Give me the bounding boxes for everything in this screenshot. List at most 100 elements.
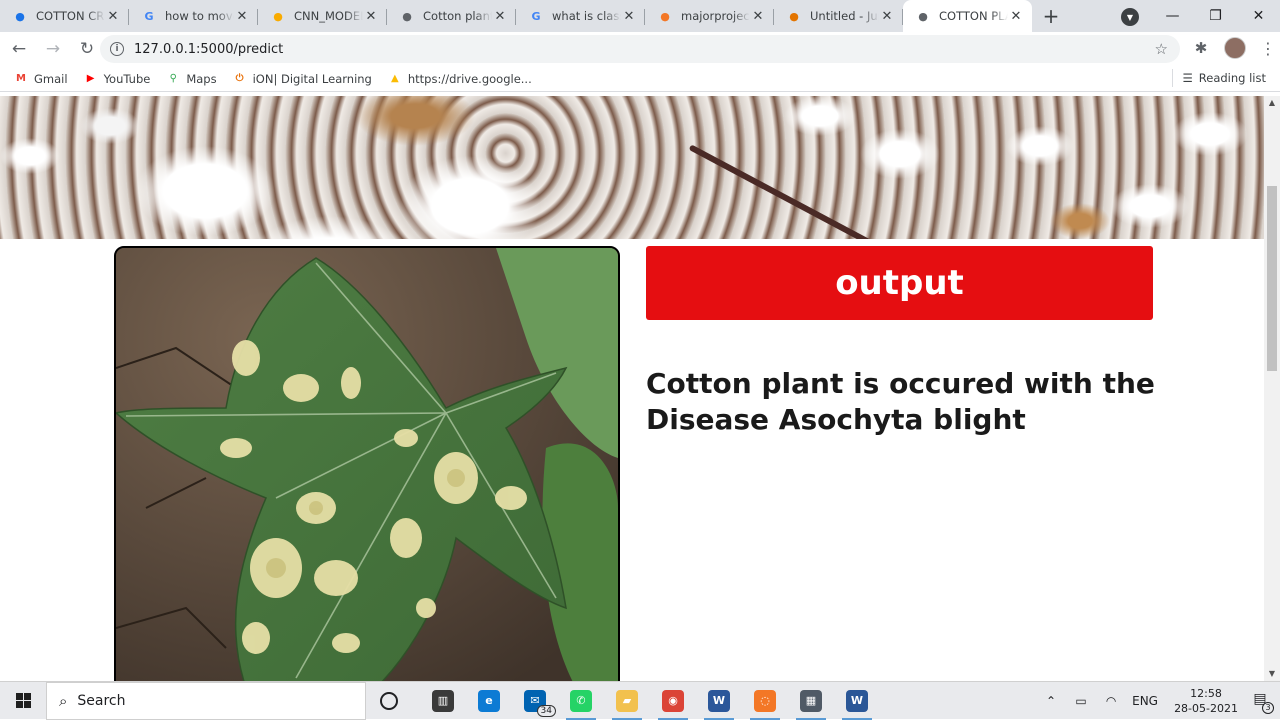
task-view-taskbar-button[interactable]: ▥ xyxy=(420,682,466,720)
close-tab-icon[interactable]: ✕ xyxy=(621,9,637,24)
task-view-icon: ▥ xyxy=(432,689,454,712)
address-text[interactable]: 127.0.0.1:5000/predict xyxy=(134,42,283,57)
word-app-taskbar-button[interactable]: W xyxy=(696,682,742,720)
address-bar[interactable]: i 127.0.0.1:5000/predict ☆ xyxy=(100,35,1180,63)
bookmark-label: iON| Digital Learning xyxy=(252,71,372,86)
chrome-taskbar-button[interactable]: ◉ xyxy=(650,682,696,720)
colab-icon: ● xyxy=(273,9,283,23)
whatsapp-taskbar-button[interactable]: ✆ xyxy=(558,682,604,720)
close-tab-icon[interactable]: ✕ xyxy=(879,9,895,24)
globe-icon: ● xyxy=(402,9,412,23)
cortana-icon[interactable] xyxy=(366,682,412,720)
ion-icon: ⏻ xyxy=(235,73,244,84)
output-button[interactable]: output xyxy=(646,246,1153,320)
reading-list-button[interactable]: ☰ Reading list xyxy=(1172,69,1266,87)
language-indicator[interactable]: ENG xyxy=(1130,694,1160,708)
bookmark-item[interactable]: ▶ YouTube xyxy=(76,72,159,86)
gmail-icon: M xyxy=(16,73,26,84)
bookmark-item[interactable]: M Gmail xyxy=(6,72,76,86)
browser-tab[interactable]: ● Cotton plant ✕ xyxy=(387,0,516,32)
forward-icon[interactable]: → xyxy=(38,34,68,64)
site-info-icon[interactable]: i xyxy=(110,42,124,56)
calculator-icon: ▦ xyxy=(800,689,822,712)
back-icon[interactable]: ← xyxy=(4,34,34,64)
maps-icon: ⚲ xyxy=(169,73,177,84)
prediction-result: Cotton plant is occured with the Disease… xyxy=(646,367,1155,436)
tab-title: majorproject/ xyxy=(681,9,750,23)
jupyter-app-icon: ◌ xyxy=(754,689,776,712)
new-tab-button[interactable]: + xyxy=(1036,0,1066,32)
windows-taskbar: ⌕ Search ▥ e ✉ 34 ✆ ▰ ◉ W ◌ ▦ W ⌃ ▭ ◠ ENG 12:58 28… xyxy=(0,681,1280,720)
notification-count: 3 xyxy=(1262,702,1274,714)
reading-list-label: Reading list xyxy=(1198,71,1266,85)
mail-taskbar-button[interactable]: ✉ 34 xyxy=(512,682,558,720)
browser-tab[interactable]: ● COTTON PLANT✕ xyxy=(903,0,1032,32)
tab-title: how to move xyxy=(165,9,234,23)
tray-overflow-icon[interactable]: ⌃ xyxy=(1040,694,1062,708)
cotton-field-banner xyxy=(0,96,1264,239)
close-tab-icon[interactable]: ✕ xyxy=(234,9,250,24)
battery-icon[interactable]: ▭ xyxy=(1070,694,1092,708)
banner-stem xyxy=(688,144,1027,239)
minimize-icon[interactable]: — xyxy=(1151,8,1194,24)
browser-tab[interactable]: ● CNN_MODEL ✕ xyxy=(258,0,387,32)
restore-icon[interactable]: ❐ xyxy=(1194,8,1237,24)
bookmark-label: YouTube xyxy=(103,71,151,86)
close-tab-icon[interactable]: ✕ xyxy=(750,9,766,24)
globe-icon: ● xyxy=(918,9,928,23)
page-viewport: output Cotton plant is occured with the … xyxy=(0,96,1264,681)
browser-tab[interactable]: Gwhat is classif✕ xyxy=(516,0,645,32)
window-controls: — ❐ ✕ xyxy=(1151,0,1280,32)
tab-title: Cotton plant xyxy=(423,9,492,23)
whatsapp-icon: ✆ xyxy=(570,689,592,712)
system-tray: ⌃ ▭ ◠ ENG 12:58 28-05-2021 ▤ 3 xyxy=(1036,682,1280,720)
google-drive-icon: ▲ xyxy=(391,73,399,84)
ms-word-taskbar-button[interactable]: W xyxy=(834,682,880,720)
calculator-taskbar-button[interactable]: ▦ xyxy=(788,682,834,720)
ms-word-icon: W xyxy=(846,689,868,712)
clock-time: 12:58 xyxy=(1190,687,1222,700)
youtube-icon: ▶ xyxy=(86,73,95,84)
taskbar-search-box[interactable]: ⌕ Search xyxy=(46,681,366,720)
close-tab-icon[interactable]: ✕ xyxy=(1008,9,1024,24)
browser-menu-icon[interactable]: ⋮ xyxy=(1260,39,1276,58)
browser-tab[interactable]: ● Untitled - Jup ✕ xyxy=(774,0,903,32)
notifications-icon[interactable]: ▤ 3 xyxy=(1248,691,1274,714)
edge-taskbar-button[interactable]: e xyxy=(466,682,512,720)
browser-tab[interactable]: Ghow to move ✕ xyxy=(129,0,258,32)
profile-avatar[interactable] xyxy=(1224,37,1246,59)
scroll-thumb[interactable] xyxy=(1267,186,1277,371)
file-explorer-taskbar-button[interactable]: ▰ xyxy=(604,682,650,720)
bookmark-item[interactable]: ▲ https://drive.google... xyxy=(380,72,540,86)
start-button[interactable] xyxy=(0,682,46,720)
browser-tab[interactable]: ● majorproject/✕ xyxy=(645,0,774,32)
browser-tab[interactable]: ● COTTON CROP✕ xyxy=(0,0,129,32)
reload-icon[interactable]: ↻ xyxy=(72,34,102,64)
google-drive-icon: ● xyxy=(15,9,25,23)
close-tab-icon[interactable]: ✕ xyxy=(492,9,508,24)
search-icon: ⌕ xyxy=(59,691,68,710)
bookmark-label: Maps xyxy=(186,71,217,86)
extensions-icon[interactable]: ✱ xyxy=(1192,39,1210,57)
close-window-icon[interactable]: ✕ xyxy=(1237,8,1280,24)
bookmark-item[interactable]: ⚲ Maps xyxy=(158,72,224,86)
word-app-icon: W xyxy=(708,689,730,712)
bookmark-item[interactable]: ⏻ iON| Digital Learning xyxy=(225,72,380,86)
jupyter-icon: ● xyxy=(660,9,670,23)
google-icon: G xyxy=(531,9,541,23)
tab-search-icon[interactable]: ▼ xyxy=(1121,8,1139,26)
jupyter-app-taskbar-button[interactable]: ◌ xyxy=(742,682,788,720)
chrome-icon: ◉ xyxy=(662,689,684,712)
uploaded-leaf-image xyxy=(114,246,620,681)
taskbar-clock[interactable]: 12:58 28-05-2021 xyxy=(1174,686,1238,716)
wifi-icon[interactable]: ◠ xyxy=(1100,694,1122,708)
scroll-down-icon[interactable]: ▼ xyxy=(1264,667,1280,681)
close-tab-icon[interactable]: ✕ xyxy=(363,9,379,24)
tab-title: what is classif xyxy=(552,9,621,23)
bookmark-star-icon[interactable]: ☆ xyxy=(1155,40,1168,58)
tab-title: COTTON PLANT xyxy=(939,9,1008,23)
close-tab-icon[interactable]: ✕ xyxy=(105,9,121,24)
bookmark-label: https://drive.google... xyxy=(407,71,532,86)
page-scrollbar[interactable]: ▲ ▼ xyxy=(1264,96,1280,681)
scroll-up-icon[interactable]: ▲ xyxy=(1264,96,1280,110)
